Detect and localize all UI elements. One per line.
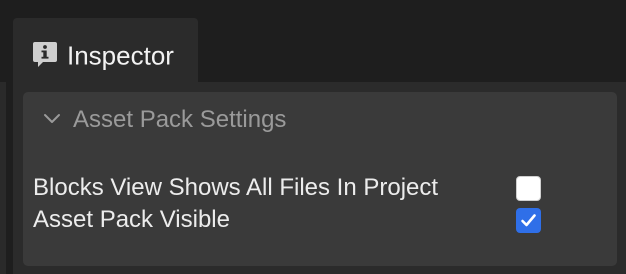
checkmark-icon [521,214,536,227]
blocks-view-checkbox[interactable] [516,176,541,201]
info-icon [31,40,59,68]
inspector-window: Inspector Asset Pack Settings Blocks Vie… [0,0,626,274]
tab-inspector[interactable]: Inspector [13,18,198,84]
adjacent-panel-edge [0,82,6,274]
blocks-view-label: Blocks View Shows All Files In Project [33,174,439,201]
tab-label: Inspector [67,40,174,71]
asset-pack-visible-label: Asset Pack Visible [33,206,230,233]
section-header[interactable]: Asset Pack Settings [23,92,617,146]
section-title: Asset Pack Settings [73,106,287,133]
inspector-panel: Asset Pack Settings Blocks View Shows Al… [13,82,626,274]
chevron-down-icon[interactable] [41,111,63,127]
asset-pack-visible-checkbox[interactable] [516,208,541,233]
asset-pack-settings-section: Asset Pack Settings Blocks View Shows Al… [23,92,617,266]
